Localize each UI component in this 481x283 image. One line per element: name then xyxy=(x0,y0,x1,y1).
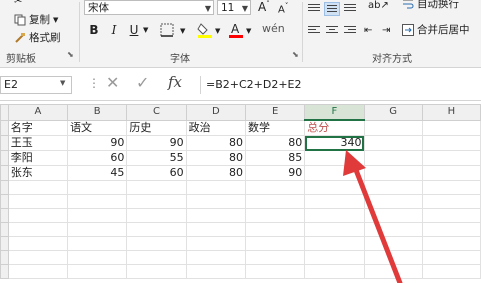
annotation-arrow xyxy=(343,150,403,283)
